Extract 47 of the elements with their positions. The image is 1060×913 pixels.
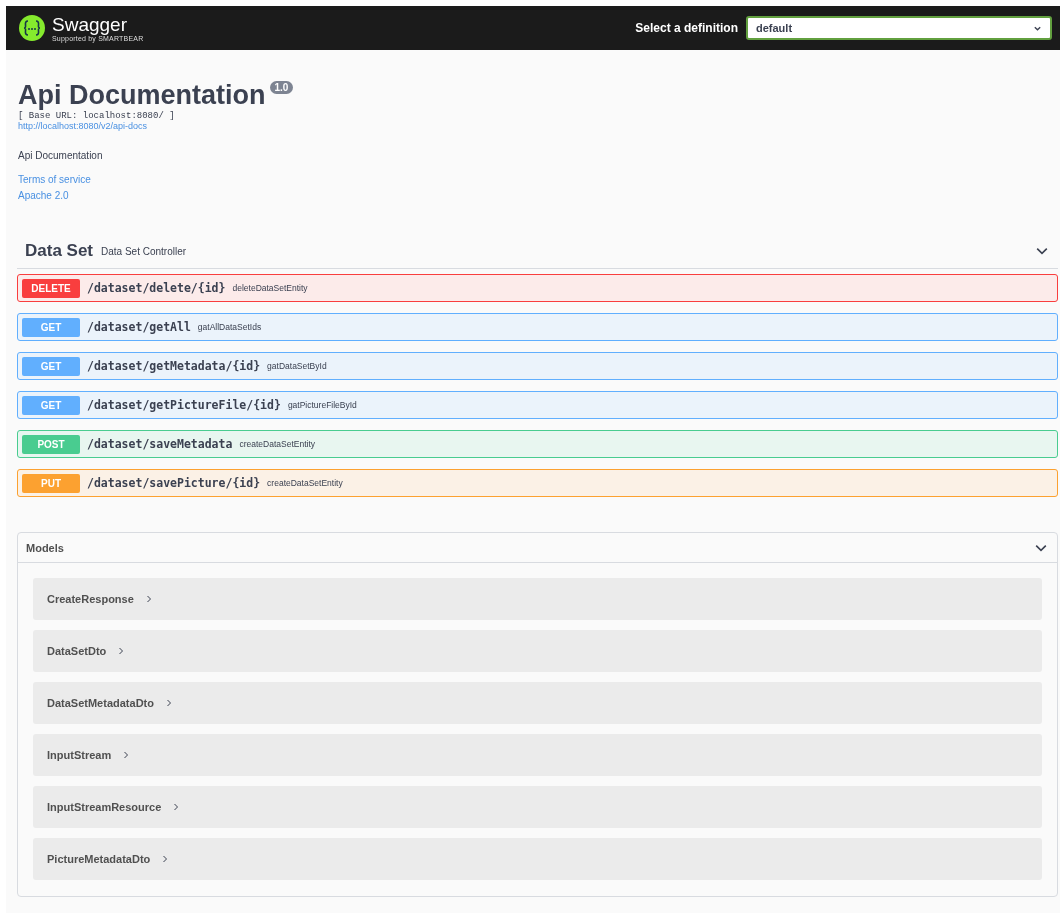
model-item[interactable]: InputStream xyxy=(33,734,1042,776)
operation-row[interactable]: PUT /dataset/savePicture/{id} createDataSetEntity xyxy=(17,469,1058,497)
api-description: Api Documentation xyxy=(18,150,104,161)
operation-row[interactable]: DELETE /dataset/delete/{id} deleteDataSetEntity xyxy=(17,274,1058,302)
endpoint-path: /dataset/savePicture/{id} xyxy=(87,476,261,490)
operation-summary: createDataSetEntity xyxy=(239,439,315,449)
model-name: DataSetDto xyxy=(47,645,107,657)
operation-row[interactable]: GET /dataset/getAll gatAllDataSetIds xyxy=(17,313,1058,341)
definition-select[interactable]: default xyxy=(746,16,1052,40)
operation-summary: deleteDataSetEntity xyxy=(232,283,308,293)
method-badge: DELETE xyxy=(22,278,80,298)
version-badge: 1.0 xyxy=(269,81,294,94)
endpoint-path: /dataset/getAll xyxy=(87,320,191,334)
model-item[interactable]: DataSetDto xyxy=(33,630,1042,672)
model-name: PictureMetadataDto xyxy=(47,853,151,865)
method-badge: POST xyxy=(22,434,80,454)
method-badge: PUT xyxy=(22,473,80,493)
api-title: Api Documentation xyxy=(18,80,266,110)
model-item[interactable]: CreateResponse xyxy=(33,578,1042,620)
operation-row[interactable]: GET /dataset/getPictureFile/{id} gatPictureFileById xyxy=(17,391,1058,419)
operation-summary: gatDataSetById xyxy=(267,361,327,371)
definition-label: Select a definition xyxy=(635,21,738,35)
endpoint-path: /dataset/saveMetadata xyxy=(87,437,233,451)
tag-name: Data Set xyxy=(25,241,94,261)
model-name: DataSetMetadataDto xyxy=(47,697,154,709)
model-name: InputStream xyxy=(47,749,112,761)
base-url: [ Base URL: localhost:8080/ ] xyxy=(18,111,176,121)
endpoint-path: /dataset/delete/{id} xyxy=(87,281,226,295)
operation-summary: gatPictureFileById xyxy=(287,400,357,410)
method-badge: GET xyxy=(22,356,80,376)
operation-row[interactable]: GET /dataset/getMetadata/{id} gatDataSetById xyxy=(17,352,1058,380)
model-item[interactable]: DataSetMetadataDto xyxy=(33,682,1042,724)
method-badge: GET xyxy=(22,395,80,415)
brand-name: Swagger xyxy=(52,14,127,35)
operation-summary: gatAllDataSetIds xyxy=(197,322,262,332)
models-title: Models xyxy=(26,541,64,554)
logo-icon xyxy=(18,14,46,42)
tag-description: Data Set Controller xyxy=(101,245,188,257)
operation-summary: createDataSetEntity xyxy=(267,478,343,488)
operation-row[interactable]: POST /dataset/saveMetadata createDataSetEntity xyxy=(17,430,1058,458)
model-item[interactable]: InputStreamResource xyxy=(33,786,1042,828)
model-name: InputStreamResource xyxy=(47,801,162,813)
model-name: CreateResponse xyxy=(47,593,134,605)
method-badge: GET xyxy=(22,317,80,337)
endpoint-path: /dataset/getPictureFile/{id} xyxy=(87,398,281,412)
model-item[interactable]: PictureMetadataDto xyxy=(33,838,1042,880)
endpoint-path: /dataset/getMetadata/{id} xyxy=(87,359,261,373)
